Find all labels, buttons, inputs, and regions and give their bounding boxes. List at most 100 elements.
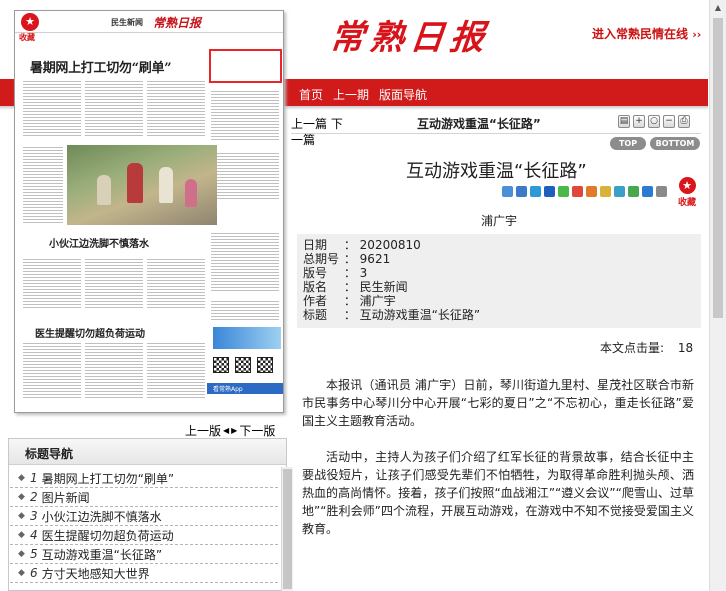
text-column — [23, 145, 63, 225]
collect-star-icon: ★ — [678, 177, 696, 194]
list-item[interactable]: ◆ 3 小伙江边洗脚不慎落水 — [10, 507, 278, 526]
scrollbar-thumb[interactable] — [713, 18, 723, 318]
meta-label: 版号 — [303, 266, 328, 280]
nav-page-index-link[interactable]: 版面导航 — [379, 86, 427, 103]
next-article-continued: 一篇 — [291, 131, 315, 148]
list-item[interactable]: ◆ 5 互动游戏重温“长征路” — [10, 545, 278, 564]
text-column — [85, 341, 143, 399]
text-column — [85, 257, 143, 309]
list-item-number: 4 — [30, 528, 38, 542]
thumbnail-collect-label: 收藏 — [19, 33, 35, 42]
collect-button[interactable]: ★ 收藏 — [677, 177, 697, 208]
text-column — [211, 231, 279, 291]
scroll-up-arrow-icon[interactable]: ▲ — [710, 0, 726, 16]
logo-char: 日 — [407, 18, 447, 58]
article-paragraph: 活动中，主持人为孩子们介绍了红军长征的背景故事，结合长征中主要战役短片，让孩子们… — [302, 450, 694, 536]
list-item-number: 6 — [30, 566, 38, 580]
print-preview-icon[interactable]: ▤ — [618, 115, 630, 128]
share-wechat-icon[interactable] — [558, 186, 569, 197]
meta-value: 互动游戏重温“长征路” — [359, 308, 481, 322]
list-item[interactable]: ◆ 1 暑期网上打工切勿“刷单” — [10, 469, 278, 488]
double-chevron-icon: ›› — [692, 28, 702, 41]
zoom-in-icon[interactable]: + — [633, 115, 645, 128]
zoom-reset-icon[interactable]: ○ — [648, 115, 660, 128]
hit-count-label: 本文点击量: — [600, 341, 665, 355]
list-item-title[interactable]: 小伙江边洗脚不慎落水 — [42, 508, 162, 525]
share-kaixin-icon[interactable] — [600, 186, 611, 197]
headline-list-scrollbar[interactable] — [281, 467, 293, 591]
logo-char: 报 — [447, 18, 487, 58]
share-weibo-icon[interactable] — [572, 186, 583, 197]
meta-row-page-name: 版名 ： 民生新闻 — [303, 280, 408, 294]
meta-row-date: 日期 ： 20200810 — [303, 238, 421, 252]
list-item-number: 5 — [30, 547, 38, 561]
list-item-title[interactable]: 暑期网上打工切勿“刷单” — [42, 470, 174, 487]
meta-row-title: 标题 ： 互动游戏重温“长征路” — [303, 308, 480, 322]
next-page-link[interactable]: 下一版 — [239, 422, 275, 439]
text-column — [211, 299, 279, 321]
share-renren-icon[interactable] — [544, 186, 555, 197]
share-douban-icon[interactable] — [586, 186, 597, 197]
thumbnail-paper-name: 常熟日报 — [153, 16, 202, 30]
list-item-title[interactable]: 方寸天地感知大世界 — [42, 565, 150, 582]
thumbnail-photo[interactable] — [67, 145, 217, 225]
list-item-title[interactable]: 图片新闻 — [42, 489, 90, 506]
text-column — [147, 257, 205, 309]
meta-separator: ： — [343, 266, 356, 280]
top-label: TOP — [618, 139, 638, 148]
scrollbar-thumb[interactable] — [283, 469, 292, 589]
thumbnail-headline-1[interactable]: 暑期网上打工切勿“刷单” — [30, 57, 172, 76]
list-item-number: 1 — [30, 471, 38, 485]
share-netease-icon[interactable] — [642, 186, 653, 197]
thumbnail-app-bar: 看常熟App — [207, 383, 283, 394]
list-item-title[interactable]: 互动游戏重温“长征路” — [42, 546, 162, 563]
article-paragraph: 本报讯（通讯员 浦广宇）日前，琴川街道九里村、星茂社区联合市新市民事务中心琴川分… — [302, 378, 694, 428]
share-sohu-icon[interactable] — [614, 186, 625, 197]
bullet-icon: ◆ — [18, 511, 25, 521]
main-nav: 首页 上一期 版面导航 — [299, 86, 427, 103]
thumbnail-active-article-box[interactable] — [209, 49, 282, 83]
qr-code-icon — [213, 357, 229, 373]
left-arrow-icon: ◀ — [223, 426, 230, 435]
print-icon[interactable]: ⎙ — [678, 115, 690, 128]
meta-row-author: 作者 ： 浦广宇 — [303, 294, 396, 308]
nav-home-link[interactable]: 首页 — [299, 86, 323, 103]
list-item-number: 2 — [30, 490, 38, 504]
scroll-top-button[interactable]: TOP — [610, 137, 646, 150]
share-plus-icon[interactable] — [502, 186, 513, 197]
article-metadata: 日期 ： 20200810 总期号 ： 9621 版号 ： 3 版名 ： 民生新… — [297, 234, 701, 328]
zoom-out-icon[interactable]: − — [663, 115, 675, 128]
bottom-label: BOTTOM — [655, 139, 695, 148]
next-article-link[interactable]: 下 — [331, 117, 343, 131]
meta-value: 浦广宇 — [359, 294, 396, 308]
prev-page-link[interactable]: 上一版 — [185, 422, 221, 439]
list-item[interactable]: ◆ 4 医生提醒切勿超负荷运动 — [10, 526, 278, 545]
photo-figure — [127, 163, 143, 203]
toolbar-article-title: 互动游戏重温“长征路” — [417, 117, 541, 131]
newspaper-logo[interactable]: 常 熟 日 报 — [328, 12, 487, 64]
share-tieba-icon[interactable] — [628, 186, 639, 197]
thumbnail-headline-3[interactable]: 医生提醒切勿超负荷运动 — [35, 325, 145, 340]
thumbnail-app-label: 看常熟App — [213, 386, 243, 393]
headline-list: ◆ 1 暑期网上打工切勿“刷单” ◆ 2 图片新闻 ◆ 3 小伙江边洗脚不慎落水… — [10, 469, 278, 583]
share-more-icon[interactable] — [656, 186, 667, 197]
collect-star-icon[interactable]: ★ — [21, 13, 39, 31]
share-space-icon[interactable] — [530, 186, 541, 197]
photo-figure — [185, 179, 197, 207]
text-column — [211, 151, 279, 199]
nav-prev-issue-link[interactable]: 上一期 — [333, 86, 369, 103]
next-article-link-cont[interactable]: 一篇 — [291, 133, 315, 147]
share-qq-icon[interactable] — [516, 186, 527, 197]
page-scrollbar[interactable]: ▲ — [709, 0, 726, 591]
meta-separator: ： — [343, 280, 356, 294]
share-toolbar — [502, 186, 667, 197]
page-thumbnail[interactable]: ★ 收藏 民生新闻 常熟日报 暑期网上打工切勿“刷单” 小伙江边洗脚不慎落水 医… — [14, 10, 284, 413]
prev-article-link[interactable]: 上一篇 — [291, 117, 327, 131]
scroll-bottom-button[interactable]: BOTTOM — [650, 137, 700, 150]
list-item-title[interactable]: 医生提醒切勿超负荷运动 — [42, 527, 174, 544]
list-item[interactable]: ◆ 6 方寸天地感知大世界 — [10, 564, 278, 583]
list-item[interactable]: ◆ 2 图片新闻 — [10, 488, 278, 507]
thumbnail-headline-2[interactable]: 小伙江边洗脚不慎落水 — [49, 235, 149, 250]
civic-forum-link[interactable]: 进入常熟民情在线 ›› — [592, 25, 701, 42]
article-body: 本报讯（通讯员 浦广宇）日前，琴川街道九里村、星茂社区联合市新市民事务中心琴川分… — [302, 376, 694, 556]
